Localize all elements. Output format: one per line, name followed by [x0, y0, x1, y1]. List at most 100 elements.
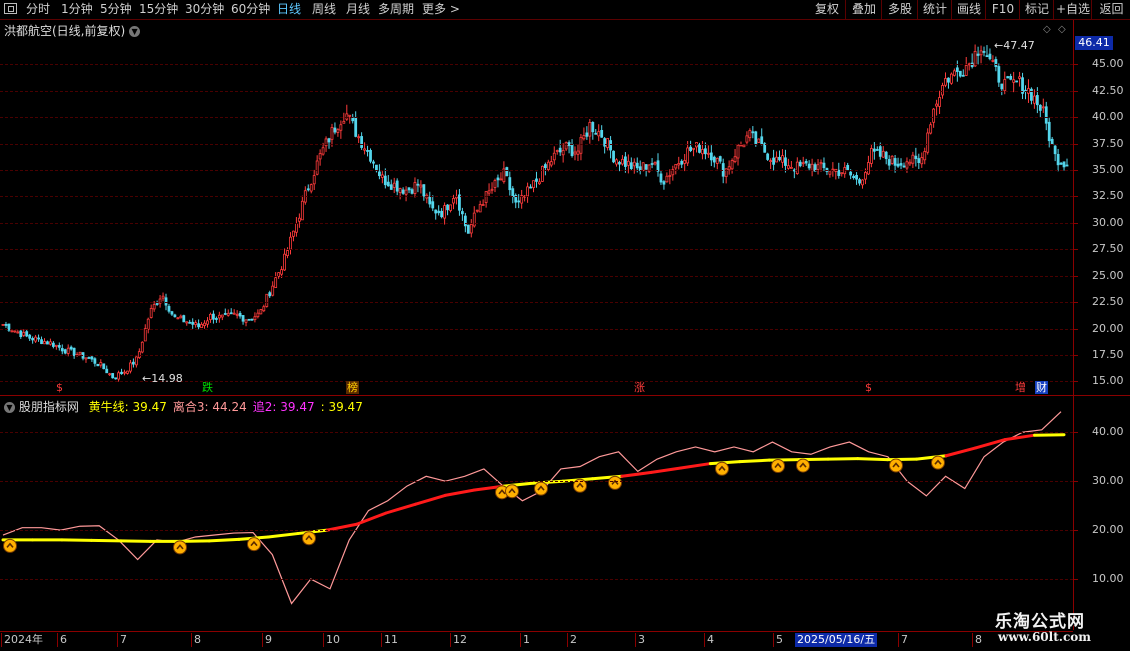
candle-body: [906, 162, 908, 168]
candle-body: [509, 178, 511, 190]
candle-body: [823, 163, 825, 167]
candle-body: [805, 161, 807, 163]
candle-body: [1016, 81, 1018, 82]
y-tick: [1074, 64, 1078, 65]
price-axis-label: 22.50: [1092, 295, 1124, 308]
candle-body: [281, 270, 283, 275]
candle-body: [556, 150, 558, 151]
candle-body: [1063, 162, 1065, 167]
candle-body: [331, 128, 333, 140]
candle-body: [888, 159, 890, 165]
candle-body: [103, 364, 105, 369]
price-axis-label: 27.50: [1092, 242, 1124, 255]
candle-body: [35, 337, 37, 341]
candle-body: [710, 153, 712, 160]
candle-body: [956, 68, 958, 72]
event-marker[interactable]: 涨: [633, 381, 646, 394]
candle-body: [734, 157, 736, 162]
candle-body: [864, 172, 866, 179]
candle-body: [808, 164, 810, 168]
candle-body: [408, 188, 410, 190]
indicator-axis-label: 30.00: [1092, 474, 1124, 487]
candle-body: [802, 163, 804, 164]
candle-body: [109, 374, 111, 375]
candle-body: [624, 157, 626, 167]
grid-line: [0, 329, 1073, 330]
candle-body: [209, 314, 211, 319]
candle-body: [616, 160, 618, 164]
candle-body: [764, 144, 766, 153]
candle-body: [52, 343, 54, 346]
candle-body: [325, 139, 327, 146]
candle-body: [781, 156, 783, 163]
event-marker[interactable]: $: [864, 381, 873, 394]
candle-body: [390, 185, 392, 190]
candle-body: [936, 104, 938, 106]
candle-body: [121, 372, 123, 373]
yellow-bull-line: [445, 490, 474, 495]
candle-body: [577, 151, 579, 154]
candle-body: [204, 323, 206, 325]
candle-body: [571, 144, 573, 155]
event-marker[interactable]: 财: [1035, 381, 1048, 394]
candle-body: [610, 141, 612, 150]
candle-body: [171, 312, 173, 314]
y-tick: [1074, 381, 1078, 382]
candle-body: [97, 364, 99, 365]
candle-body: [740, 145, 742, 146]
candle-body: [100, 363, 102, 366]
watermark-text: 乐淘公式网: [995, 607, 1085, 632]
candle-body: [992, 60, 994, 61]
candle-body: [930, 125, 932, 133]
candle-body: [541, 166, 543, 181]
date-axis-label: 6: [57, 633, 67, 647]
event-marker[interactable]: 增: [1014, 381, 1027, 394]
candle-body: [337, 130, 339, 133]
candle-body: [417, 184, 419, 185]
yellow-bull-line: [858, 459, 887, 460]
low-price-callout: ←14.98: [142, 372, 183, 385]
candle-body: [1045, 107, 1047, 123]
candle-body: [174, 315, 176, 317]
event-marker[interactable]: 跌: [201, 381, 214, 394]
grid-line: [0, 481, 1073, 482]
candle-body: [55, 345, 57, 346]
candle-body: [70, 347, 72, 349]
candle-body: [853, 176, 855, 177]
candle-body: [779, 157, 781, 159]
candle-body: [873, 149, 875, 151]
candle-body: [429, 197, 431, 204]
buy-signal-icon: [506, 485, 519, 498]
candle-body: [26, 332, 28, 336]
candle-body: [156, 304, 158, 305]
candle-body: [14, 331, 16, 332]
candle-body: [289, 237, 291, 249]
yellow-bull-line: [1005, 435, 1034, 439]
high-price-callout: ←47.47: [994, 39, 1035, 52]
event-marker[interactable]: $: [55, 381, 64, 394]
grid-line: [0, 144, 1073, 145]
event-marker[interactable]: 榜: [346, 381, 359, 394]
candle-body: [690, 147, 692, 150]
candle-body: [559, 148, 561, 152]
candle-body: [242, 315, 244, 321]
candle-body: [817, 165, 819, 170]
date-axis-label: 4: [704, 633, 714, 647]
y-tick: [1074, 144, 1078, 145]
y-tick: [1074, 329, 1078, 330]
candle-body: [550, 162, 552, 165]
candle-body: [183, 316, 185, 322]
candle-body: [909, 162, 911, 164]
candle-body: [38, 338, 40, 339]
price-axis-label: 15.00: [1092, 374, 1124, 387]
candle-body: [924, 151, 926, 159]
candle-body: [1019, 77, 1021, 79]
date-axis-label: 12: [450, 633, 467, 647]
candle-body: [850, 172, 852, 175]
candle-body: [1054, 146, 1056, 154]
y-tick: [1074, 530, 1078, 531]
candle-body: [447, 205, 449, 210]
candle-body: [681, 161, 683, 164]
date-axis-label: 11: [381, 633, 398, 647]
candle-body: [494, 181, 496, 188]
